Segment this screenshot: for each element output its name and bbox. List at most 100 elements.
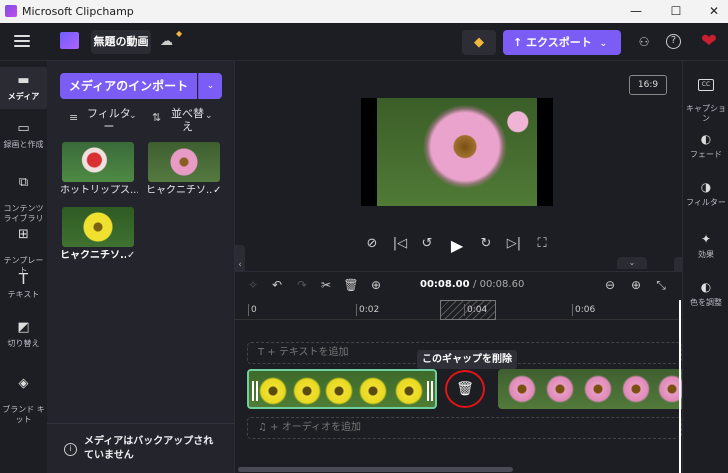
check-icon: ✓ bbox=[127, 250, 136, 261]
redo-icon[interactable]: ↷ bbox=[294, 278, 310, 292]
rail-item-filters[interactable]: ◑ フィルター bbox=[683, 179, 728, 208]
rail-item-templates[interactable]: ⊞ テンプレー ト bbox=[0, 217, 47, 276]
fullscreen-icon[interactable]: ⛶ bbox=[534, 236, 550, 251]
rail-label: 録画と作成 bbox=[3, 140, 44, 149]
rewind-5s-icon[interactable]: ↺ bbox=[419, 236, 435, 251]
undo-icon[interactable]: ↶ bbox=[269, 278, 285, 292]
import-media-button[interactable]: メディアのインポート bbox=[60, 73, 197, 99]
rail-item-adjust-colors[interactable]: ◐ 色を調整 bbox=[683, 279, 728, 308]
captions-icon: CC bbox=[698, 79, 714, 91]
split-scissors-icon[interactable]: ✂ bbox=[318, 278, 334, 292]
aspect-ratio-button[interactable]: 16:9 bbox=[629, 75, 667, 95]
minimize-button[interactable]: — bbox=[626, 2, 646, 20]
color-adjust-icon: ◐ bbox=[700, 280, 712, 294]
app-icon bbox=[5, 5, 17, 17]
media-thumbnail[interactable] bbox=[62, 142, 134, 182]
clipchamp-window: Microsoft Clipchamp — ☐ ✕ 無題の動画 ☁ ◆ ◆ ↑ … bbox=[0, 0, 728, 473]
maximize-button[interactable]: ☐ bbox=[666, 2, 686, 20]
timeline: ✧ ↶ ↷ ✂ 🗑 ⊕ 00:08.00 / 00:08.60 ⊖ ⊕ ⤡ 0 … bbox=[235, 271, 682, 473]
time-ruler[interactable]: 0 0:02 0:04 0:06 bbox=[235, 300, 682, 320]
chevron-down-icon: ⌄ bbox=[129, 111, 137, 121]
rail-label: 効果 bbox=[698, 250, 714, 259]
rail-item-transitions[interactable]: ◩ 切り替え bbox=[0, 320, 47, 349]
scrollbar-thumb[interactable] bbox=[238, 467, 513, 472]
tick-label: 0:02 bbox=[359, 305, 380, 315]
rail-item-record[interactable]: ▭ 録画と作成 bbox=[0, 121, 47, 150]
rail-item-text[interactable]: T テキスト bbox=[0, 271, 47, 300]
premium-button[interactable]: ◆ bbox=[462, 30, 496, 55]
no-subtitle-icon[interactable]: ⊘ bbox=[364, 236, 380, 251]
window-title: Microsoft Clipchamp bbox=[22, 5, 134, 18]
trim-handle-right[interactable] bbox=[427, 381, 433, 401]
play-button[interactable]: ▶ bbox=[449, 236, 465, 255]
rail-label: キャプショ ン bbox=[686, 104, 726, 123]
filter-icon: ≡ bbox=[69, 111, 79, 124]
forward-5s-icon[interactable]: ↻ bbox=[478, 236, 494, 251]
media-panel: メディアのインポート ⌄ ≡ フィルタ ー ⌄ ⇅ 並べ替 え ⌄ ホットリップ… bbox=[47, 61, 235, 473]
rail-item-captions[interactable]: CC キャプショ ン bbox=[683, 69, 728, 124]
trim-handle-left[interactable] bbox=[252, 381, 258, 401]
rail-label: 色を調整 bbox=[690, 298, 722, 307]
left-rail: ▬ メディア ▭ 録画と作成 ⧉ コンテンツ ライブラリ ⊞ テンプレー ト T… bbox=[0, 61, 47, 473]
rail-label: テキスト bbox=[7, 290, 40, 299]
media-thumbnail[interactable] bbox=[148, 142, 220, 182]
video-preview bbox=[361, 98, 553, 206]
text-icon: T bbox=[18, 270, 29, 288]
top-bar: 無題の動画 ☁ ◆ ◆ ↑ エクスポート ⌄ ⚇ ? ❤ bbox=[0, 23, 728, 61]
skip-back-icon[interactable]: |◁ bbox=[392, 236, 408, 251]
fit-timeline-icon[interactable]: ⤡ bbox=[653, 278, 669, 293]
tick-label: 0:06 bbox=[575, 305, 596, 315]
add-audio-lane[interactable]: ♫ + オーディオを追加 bbox=[247, 417, 682, 439]
folder-icon: ▬ bbox=[17, 73, 30, 88]
sort-button[interactable]: 並べ替 え bbox=[171, 107, 204, 133]
filter-button[interactable]: フィルタ ー bbox=[87, 107, 131, 133]
media-thumbnail[interactable] bbox=[62, 207, 134, 247]
backup-text: メディアはバックアップされていません bbox=[84, 436, 214, 461]
heart-icon[interactable]: ❤ bbox=[698, 30, 720, 52]
tick-label: 0:04 bbox=[467, 305, 488, 315]
zoom-in-icon[interactable]: ⊕ bbox=[628, 278, 644, 292]
share-icon[interactable]: ⚇ bbox=[636, 34, 652, 50]
delete-gap-button[interactable]: 🗑 bbox=[445, 370, 485, 408]
backup-notice[interactable]: i メディアはバックアップされていません ⌃ bbox=[47, 423, 235, 473]
sort-icon: ⇅ bbox=[152, 111, 162, 124]
media-item-label: ヒャクニチソ... bbox=[60, 250, 126, 261]
trash-icon: 🗑 bbox=[456, 381, 474, 397]
media-item-label: ヒャクニチソ... bbox=[146, 185, 212, 196]
library-icon: ⧉ bbox=[18, 175, 29, 190]
rail-item-brand-kit[interactable]: ◈ ブランド キ ット bbox=[0, 366, 47, 425]
chevron-up-icon: ⌃ bbox=[207, 439, 215, 449]
brand-kit-icon: ◈ bbox=[18, 376, 29, 391]
zoom-out-icon[interactable]: ⊖ bbox=[602, 278, 618, 292]
video-clip-yellow-flower[interactable] bbox=[247, 369, 437, 409]
skip-forward-icon[interactable]: ▷| bbox=[506, 236, 522, 251]
timeline-scrollbar[interactable] bbox=[235, 465, 682, 473]
preview-frame-image bbox=[377, 98, 537, 206]
rail-label: ブランド キ ット bbox=[2, 405, 45, 424]
project-name-field[interactable]: 無題の動画 bbox=[91, 30, 151, 54]
rail-item-fade[interactable]: ◐ フェード bbox=[683, 131, 728, 160]
export-button[interactable]: ↑ エクスポート ⌄ bbox=[503, 30, 621, 55]
rail-label: フェード bbox=[690, 150, 722, 159]
import-dropdown-button[interactable]: ⌄ bbox=[198, 73, 222, 99]
rail-label: メディア bbox=[7, 92, 40, 101]
rail-item-media[interactable]: ▬ メディア bbox=[0, 67, 47, 109]
help-icon[interactable]: ? bbox=[666, 34, 681, 49]
templates-icon: ⊞ bbox=[18, 227, 29, 242]
magic-wand-icon: ✦ bbox=[700, 232, 712, 246]
delete-icon[interactable]: 🗑 bbox=[343, 278, 359, 292]
magic-icon[interactable]: ✧ bbox=[245, 278, 261, 292]
video-clip-pink-flower[interactable] bbox=[498, 369, 682, 409]
rail-item-content-library[interactable]: ⧉ コンテンツ ライブラリ bbox=[0, 165, 47, 224]
timecode: 00:08.00 / 00:08.60 bbox=[420, 279, 524, 290]
close-button[interactable]: ✕ bbox=[704, 2, 724, 20]
playhead[interactable] bbox=[679, 300, 681, 473]
collapse-timeline-button[interactable]: ⌄ bbox=[617, 257, 647, 269]
add-media-icon[interactable]: ⊕ bbox=[368, 278, 384, 292]
export-label: エクスポート bbox=[526, 36, 592, 49]
title-bar: Microsoft Clipchamp — ☐ ✕ bbox=[0, 0, 728, 23]
rail-item-effects[interactable]: ✦ 効果 bbox=[683, 231, 728, 260]
check-icon: ✓ bbox=[213, 185, 222, 196]
media-item-label: ホットリップス... bbox=[60, 185, 138, 196]
menu-icon[interactable] bbox=[14, 35, 30, 47]
